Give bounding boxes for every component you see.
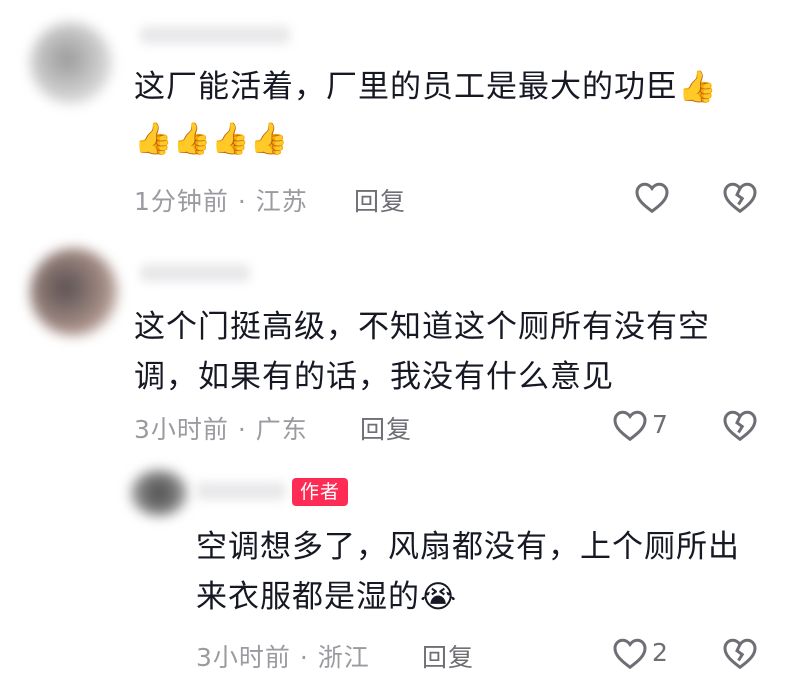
like-count: 7	[652, 410, 668, 439]
comment-meta: 1分钟前 · 江苏	[134, 182, 308, 218]
meta-separator: ·	[299, 643, 309, 672]
like-count: 2	[652, 638, 668, 667]
author-badge: 作者	[292, 478, 349, 506]
emoji-line: 👍👍👍👍	[134, 121, 289, 157]
comment-line: 这个门挺高级，不知道这个厕所有没有空	[134, 309, 710, 345]
comment-time: 1分钟前	[134, 187, 229, 216]
comment-line: 来衣服都是湿的😭	[196, 579, 458, 615]
broken-heart-icon[interactable]	[722, 636, 758, 670]
comment-line: 这厂能活着，厂里的员工是最大的功臣👍	[134, 69, 718, 105]
heart-outline-icon[interactable]	[634, 180, 670, 214]
comment-time: 3小时前	[196, 643, 291, 672]
comment-line: 调，如果有的话，我没有什么意见	[134, 359, 614, 395]
broken-heart-icon[interactable]	[722, 180, 758, 214]
reply-button[interactable]: 回复	[354, 182, 406, 218]
comment-time: 3小时前	[134, 415, 229, 444]
reply-button[interactable]: 回复	[422, 638, 474, 674]
comment-line: 空调想多了，风扇都没有，上个厕所出	[196, 529, 740, 565]
username[interactable]	[140, 264, 250, 282]
broken-heart-icon[interactable]	[722, 408, 758, 442]
meta-separator: ·	[237, 415, 247, 444]
username[interactable]	[196, 482, 286, 500]
meta-separator: ·	[237, 187, 247, 216]
comment-text: 这厂能活着，厂里的员工是最大的功臣👍	[134, 62, 718, 112]
heart-outline-icon[interactable]	[612, 636, 648, 670]
username[interactable]	[140, 26, 290, 44]
comment-text: 这个门挺高级，不知道这个厕所有没有空 调，如果有的话，我没有什么意见	[134, 302, 710, 402]
comment-location: 江苏	[255, 187, 308, 216]
comment-meta: 3小时前 · 浙江	[196, 638, 370, 674]
avatar[interactable]	[130, 470, 188, 516]
heart-outline-icon[interactable]	[612, 408, 648, 442]
comment-meta: 3小时前 · 广东	[134, 410, 308, 446]
comment-text: 空调想多了，风扇都没有，上个厕所出 来衣服都是湿的😭	[196, 522, 740, 622]
reply-button[interactable]: 回复	[360, 410, 412, 446]
comment-location: 浙江	[317, 643, 370, 672]
avatar[interactable]	[30, 248, 118, 336]
comment-location: 广东	[255, 415, 308, 444]
avatar[interactable]	[30, 22, 112, 104]
